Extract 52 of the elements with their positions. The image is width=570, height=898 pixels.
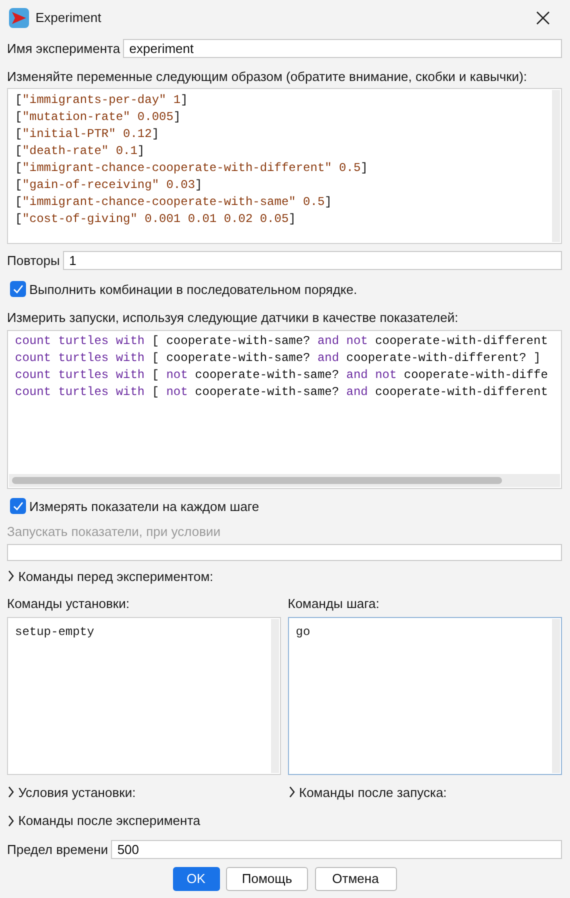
chevron-right-icon[interactable] [7,814,15,827]
code-area[interactable] [7,88,562,244]
section-label: Измерить запуски, используя следующие датчики в качестве показателей: [7,309,460,327]
checkbox-label: Измерять показатели на каждом шаге [29,498,260,516]
code-line: count turtles with [ not cooperate-with-same? and cooperate-with-different [15,384,548,400]
dialog-button[interactable]: Отмена [314,867,396,891]
code-line: ["death-rate" 0.1] [15,143,145,160]
repetitions-field[interactable]: 1 [63,251,562,270]
checkmark-icon [12,283,24,296]
scrollbar[interactable] [552,90,560,242]
code-line: ["cost-of-giving" 0.001 0.01 0.02 0.05] [15,211,296,228]
checkmark-icon [12,500,24,512]
code-line: ["initial-PTR" 0.12] [15,126,160,143]
section-label: Изменяйте переменные следующим образом (обратите внимание, скобки и кавычки): [7,68,528,86]
code-line: count turtles with [ not cooperate-with-same? and not cooperate-with-diffe [15,366,548,384]
code-area[interactable] [7,330,562,488]
step-commands-field[interactable]: go [288,616,562,774]
scrollbar[interactable] [552,618,560,772]
code-line: count turtles with [ cooperate-with-same? and not cooperate-with-different [15,332,548,350]
code-line: ["immigrant-chance-cooperate-with-different" 0.5] [15,160,368,177]
name-field[interactable]: experiment [123,39,562,58]
code-line: ["mutation-rate" 0.005] [15,109,181,126]
section-label: Команды установки: [7,595,130,613]
time-limit-field[interactable]: 500 [111,840,562,859]
code-line: go [296,624,310,638]
field-label: Имя эксперимента [7,40,120,58]
scrollbar[interactable] [271,618,280,772]
field-label: Повторы [7,252,60,270]
section-toggle[interactable]: Команды после запуска: [299,782,447,802]
dialog-button[interactable]: OK [172,867,220,891]
chevron-right-icon[interactable] [7,786,15,798]
section-toggle[interactable]: Команды перед экспериментом: [18,566,214,586]
section-label: Команды шага: [288,595,380,613]
checkbox[interactable] [10,281,26,298]
setup-commands-field[interactable]: setup-empty [7,616,282,774]
code-line: count turtles with [ cooperate-with-same? and cooperate-with-different? ] [15,350,541,366]
section-label: Запускать показатели, при условии [7,523,222,541]
checkbox-label: Выполнить комбинации в последовательном порядке. [29,280,358,299]
code-line: ["immigrants-per-day" 1] [15,92,188,109]
section-toggle[interactable]: Условия установки: [18,782,136,802]
chevron-right-icon[interactable] [7,570,15,582]
close-icon[interactable] [536,10,550,24]
app-icon [9,8,29,28]
section-toggle[interactable]: Команды после эксперимента [18,811,200,830]
field-label: Предел времени [7,840,108,859]
checkbox[interactable] [10,498,26,514]
code-line: setup-empty [15,624,94,638]
code-line: ["gain-of-receiving" 0.03] [15,177,202,194]
chevron-right-icon[interactable] [288,786,296,798]
dialog-button[interactable]: Помощь [226,867,308,891]
code-line: ["immigrant-chance-cooperate-with-same" 0.5] [15,194,332,211]
window-title: Experiment [36,8,102,27]
